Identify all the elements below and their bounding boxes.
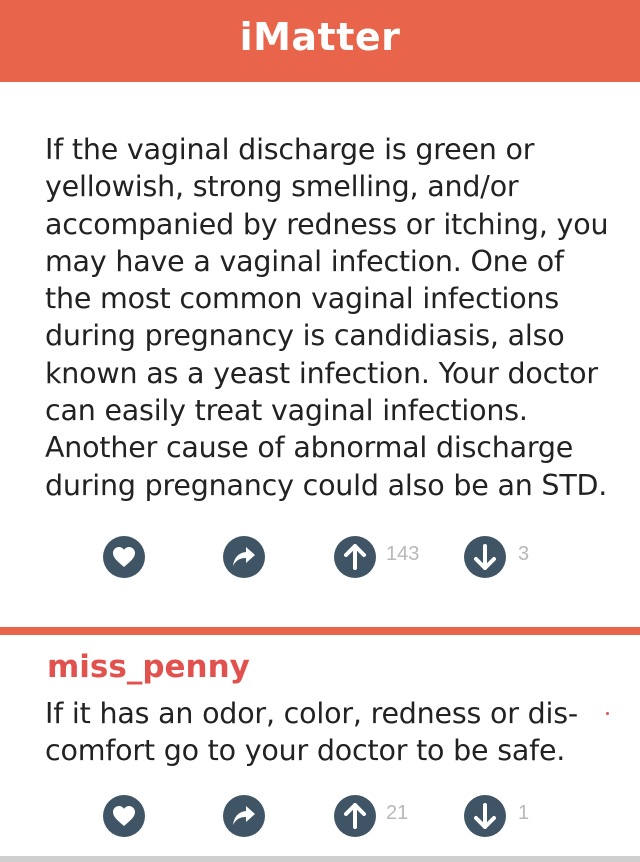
app-header: iMatter <box>0 0 640 82</box>
upvote-count: 143 <box>386 543 420 565</box>
reply-actions: 21 1 <box>0 795 640 839</box>
section-divider <box>0 627 640 635</box>
heart-icon <box>113 547 135 567</box>
reply-downvote-button[interactable] <box>464 795 506 837</box>
share-icon <box>233 547 255 566</box>
post-text: If the vaginal discharge is green or yel… <box>45 133 609 502</box>
bottom-border <box>0 856 640 862</box>
downvote-count: 3 <box>518 543 530 565</box>
dot-icon <box>606 712 609 715</box>
share-icon <box>233 806 255 825</box>
post-actions: 143 3 <box>0 536 640 580</box>
heart-icon <box>113 806 135 826</box>
reply-username[interactable]: miss_penny <box>47 649 250 685</box>
downvote-button[interactable] <box>464 536 506 578</box>
arrow-down-icon <box>474 544 496 570</box>
like-button[interactable] <box>103 536 145 578</box>
share-button[interactable] <box>223 536 265 578</box>
reply-downvote-count: 1 <box>518 802 530 824</box>
reply-text: If it has an odor, color, redness or dis… <box>45 697 578 768</box>
upvote-button[interactable] <box>334 536 376 578</box>
arrow-down-icon <box>474 803 496 829</box>
arrow-up-icon <box>344 544 366 570</box>
arrow-up-icon <box>344 803 366 829</box>
reply-like-button[interactable] <box>103 795 145 837</box>
app-title: iMatter <box>239 15 401 59</box>
reply-upvote-count: 21 <box>386 802 409 824</box>
reply-share-button[interactable] <box>223 795 265 837</box>
reply-upvote-button[interactable] <box>334 795 376 837</box>
